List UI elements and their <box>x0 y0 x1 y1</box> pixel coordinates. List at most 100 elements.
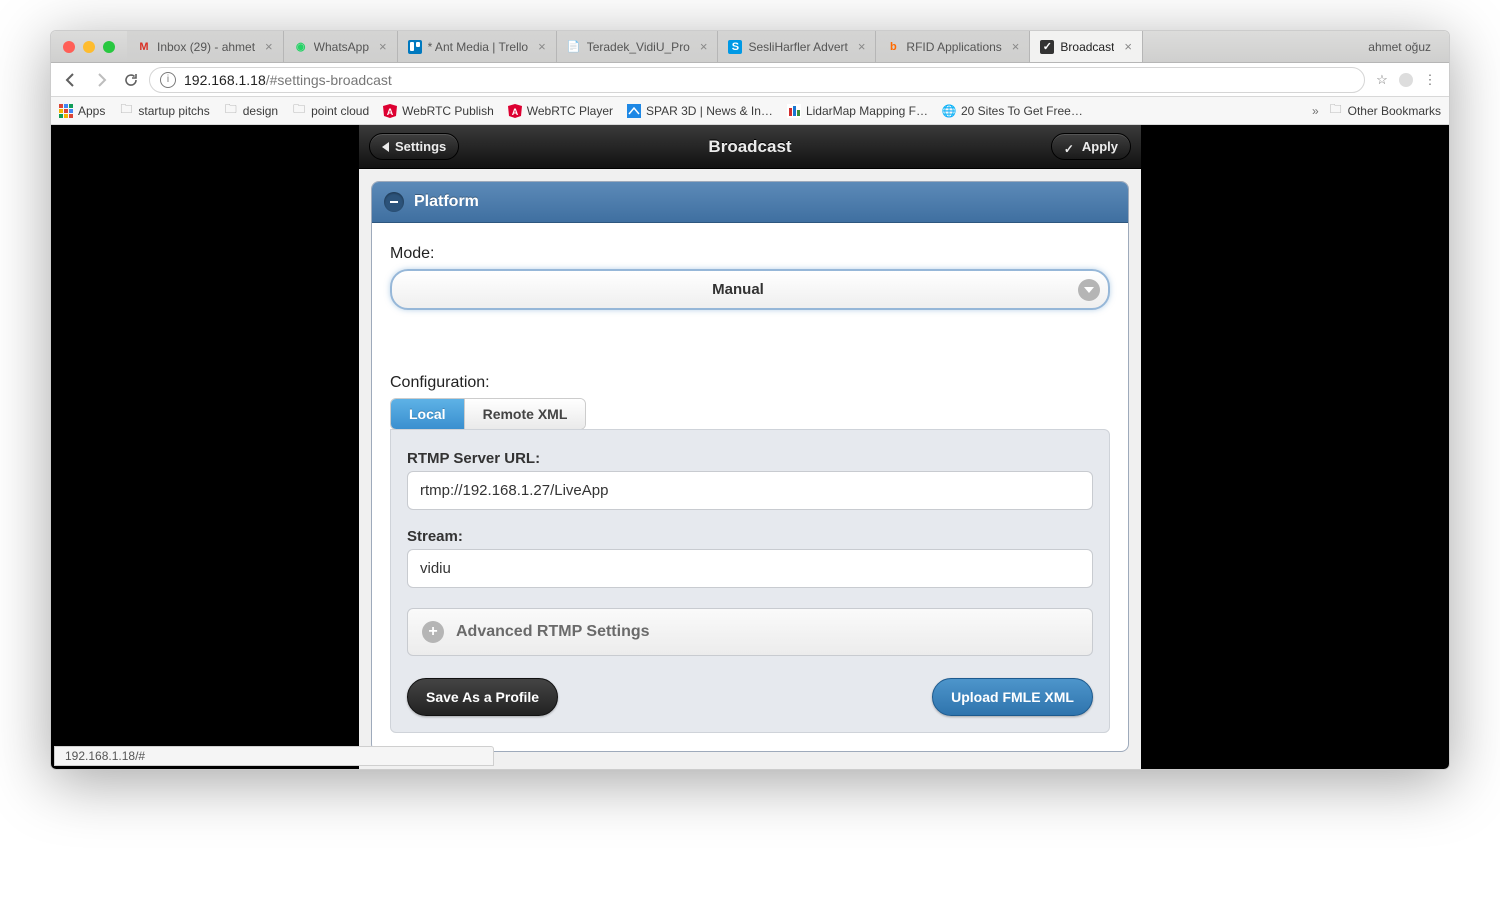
collapse-icon <box>384 192 404 212</box>
url-path: /#settings-broadcast <box>266 72 392 88</box>
browser-menu-icon[interactable]: ⋮ <box>1419 72 1441 88</box>
other-bookmarks[interactable]: 🗀 Other Bookmarks <box>1329 104 1441 118</box>
bookmark-label: SPAR 3D | News & In… <box>646 104 773 118</box>
site-info-icon[interactable]: i <box>160 72 176 88</box>
browser-tab[interactable]: 📄Teradek_VidiU_Pro× <box>557 31 719 62</box>
close-tab-icon[interactable]: × <box>261 39 273 54</box>
tab-title: * Ant Media | Trello <box>428 40 529 54</box>
apps-label: Apps <box>78 104 105 118</box>
browser-window: MInbox (29) - ahmet×◉WhatsApp×* Ant Medi… <box>50 30 1450 770</box>
platform-panel: Platform Mode: Manual Configuration: Loc… <box>371 181 1129 752</box>
folder-icon: 🗀 <box>119 104 133 118</box>
mode-select[interactable]: Manual <box>390 269 1110 310</box>
advanced-rtmp-label: Advanced RTMP Settings <box>456 623 650 641</box>
reload-button[interactable] <box>119 68 143 92</box>
tab-title: Broadcast <box>1060 40 1114 54</box>
folder-icon: 🗀 <box>1329 104 1343 118</box>
browser-tab[interactable]: ✓Broadcast× <box>1030 31 1143 62</box>
close-tab-icon[interactable]: × <box>696 39 708 54</box>
bookmark-label: startup pitchs <box>138 104 209 118</box>
bookmark-item[interactable]: 🗀design <box>224 104 278 118</box>
bookmark-item[interactable]: 🗀 point cloud <box>292 104 369 118</box>
globe-icon: 🌐 <box>942 104 956 118</box>
spar-icon <box>627 104 641 118</box>
svg-text:A: A <box>512 107 519 117</box>
bookmark-item[interactable]: A WebRTC Player <box>508 104 613 118</box>
lidar-icon <box>787 104 801 118</box>
tab-title: WhatsApp <box>314 40 369 54</box>
close-window-icon[interactable] <box>63 41 75 53</box>
minimize-window-icon[interactable] <box>83 41 95 53</box>
folder-icon: 🗀 <box>292 104 306 118</box>
page-title: Broadcast <box>359 137 1141 157</box>
upload-fmle-button[interactable]: Upload FMLE XML <box>932 678 1093 716</box>
close-tab-icon[interactable]: × <box>1120 39 1132 54</box>
stream-input[interactable] <box>407 549 1093 588</box>
tab-title: RFID Applications <box>906 40 1001 54</box>
angular-icon: A <box>383 104 397 118</box>
app-header: Settings Broadcast Apply <box>359 125 1141 169</box>
window-controls <box>51 41 127 53</box>
browser-tab[interactable]: MInbox (29) - ahmet× <box>127 31 284 62</box>
profile-name[interactable]: ahmet oğuz <box>1350 40 1449 54</box>
mode-value: Manual <box>390 269 1110 310</box>
bookmark-item[interactable]: LidarMap Mapping F… <box>787 104 928 118</box>
plus-icon: + <box>422 621 444 643</box>
status-bar: 192.168.1.18/# <box>54 746 494 766</box>
rtmp-url-label: RTMP Server URL: <box>407 450 1093 467</box>
configuration-label: Configuration: <box>390 374 1110 392</box>
local-config-form: RTMP Server URL: Stream: + Advanced RTMP… <box>390 429 1110 733</box>
config-tab-remote-xml[interactable]: Remote XML <box>464 399 586 429</box>
tab-strip: MInbox (29) - ahmet×◉WhatsApp×* Ant Medi… <box>51 31 1449 63</box>
back-button[interactable] <box>59 68 83 92</box>
close-tab-icon[interactable]: × <box>375 39 387 54</box>
bookmarks-bar: Apps 🗀startup pitchs🗀design🗀point cloudA… <box>51 97 1449 125</box>
check-icon <box>1064 141 1076 153</box>
save-profile-button[interactable]: Save As a Profile <box>407 678 558 716</box>
bookmark-item[interactable]: 🗀 startup pitchs <box>119 104 209 118</box>
tab-title: Teradek_VidiU_Pro <box>587 40 690 54</box>
close-tab-icon[interactable]: × <box>854 39 866 54</box>
platform-panel-header[interactable]: Platform <box>372 182 1128 223</box>
rtmp-url-input[interactable] <box>407 471 1093 510</box>
bookmark-label: point cloud <box>311 104 369 118</box>
browser-tab[interactable]: bRFID Applications× <box>876 31 1030 62</box>
browser-tab[interactable]: SSesliHarfler Advert× <box>718 31 876 62</box>
bookmark-item[interactable]: 🌐 20 Sites To Get Free… <box>942 104 1083 118</box>
angular-icon: A <box>508 104 522 118</box>
tab-title: Inbox (29) - ahmet <box>157 40 255 54</box>
bookmark-label: 20 Sites To Get Free… <box>961 104 1083 118</box>
config-tab-local[interactable]: Local <box>391 399 464 429</box>
address-bar: i 192.168.1.18/#settings-broadcast ☆ ⋮ <box>51 63 1449 97</box>
apps-shortcut[interactable]: Apps <box>59 104 105 118</box>
bookmark-label: WebRTC Publish <box>402 104 494 118</box>
apply-button[interactable]: Apply <box>1051 133 1131 160</box>
guest-avatar-icon[interactable] <box>1399 73 1413 87</box>
bookmark-label: LidarMap Mapping F… <box>806 104 928 118</box>
bookmarks-overflow-icon[interactable]: » <box>1312 104 1319 118</box>
tab-title: SesliHarfler Advert <box>748 40 847 54</box>
forward-button[interactable] <box>89 68 113 92</box>
bookmark-label: design <box>243 104 278 118</box>
device-app: Settings Broadcast Apply Platform Mode: <box>359 125 1141 769</box>
advanced-rtmp-toggle[interactable]: + Advanced RTMP Settings <box>407 608 1093 656</box>
browser-tab[interactable]: ◉WhatsApp× <box>284 31 398 62</box>
close-tab-icon[interactable]: × <box>1008 39 1020 54</box>
bookmark-item[interactable]: SPAR 3D | News & In… <box>627 104 773 118</box>
svg-text:A: A <box>387 107 394 117</box>
platform-title: Platform <box>414 193 479 211</box>
omnibox[interactable]: i 192.168.1.18/#settings-broadcast <box>149 67 1365 93</box>
url-host: 192.168.1.18 <box>184 72 266 88</box>
other-bookmarks-label: Other Bookmarks <box>1348 104 1441 118</box>
chevron-down-icon <box>1078 279 1100 301</box>
browser-tab[interactable]: * Ant Media | Trello × <box>398 31 557 62</box>
stream-label: Stream: <box>407 528 1093 545</box>
bookmark-label: WebRTC Player <box>527 104 613 118</box>
settings-back-button[interactable]: Settings <box>369 133 459 160</box>
bookmark-item[interactable]: A WebRTC Publish <box>383 104 494 118</box>
bookmark-star-icon[interactable]: ☆ <box>1371 72 1393 88</box>
close-tab-icon[interactable]: × <box>534 39 546 54</box>
maximize-window-icon[interactable] <box>103 41 115 53</box>
chevron-left-icon <box>382 142 389 152</box>
settings-back-label: Settings <box>395 139 446 154</box>
